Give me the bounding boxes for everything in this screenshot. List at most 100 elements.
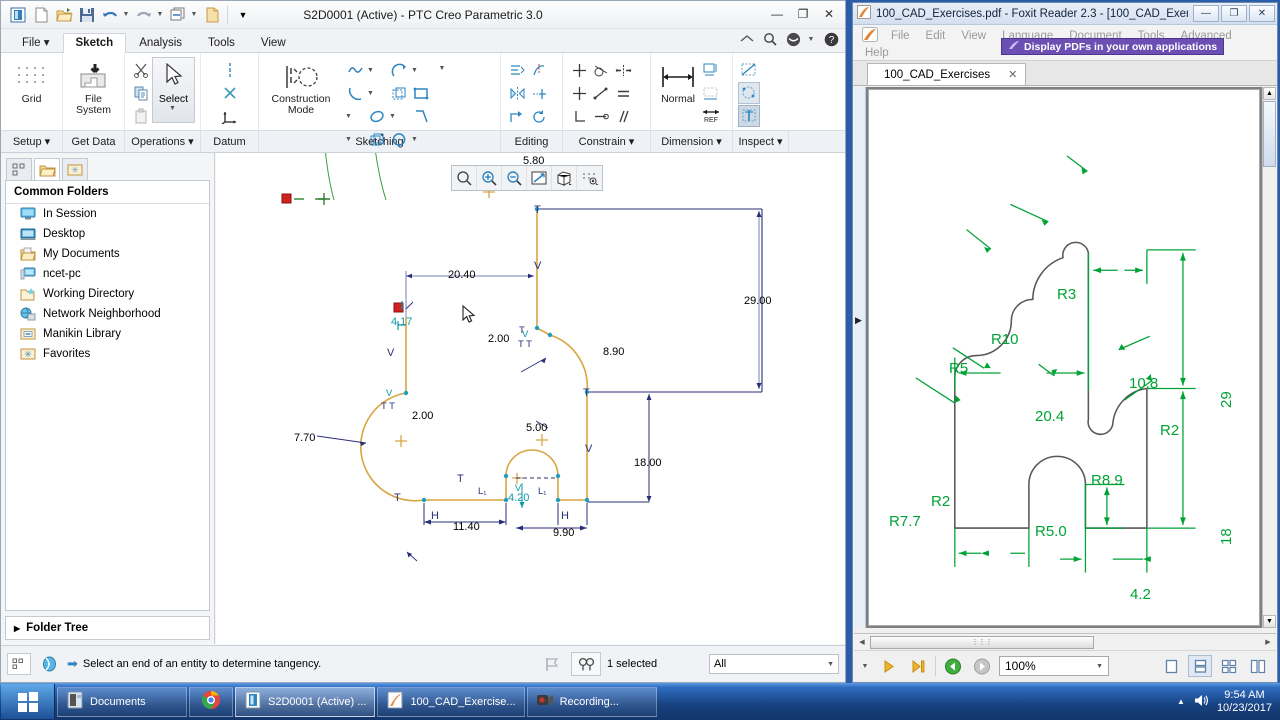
group-label-getdata[interactable]: Get Data	[63, 131, 125, 152]
grid-button[interactable]: Grid	[8, 57, 56, 105]
datum-centerline-icon[interactable]	[219, 59, 241, 81]
tab-sketch[interactable]: Sketch	[62, 33, 127, 53]
reference-dimension-icon[interactable]: REF	[700, 105, 722, 127]
display-style-icon[interactable]	[552, 166, 577, 190]
redo-icon[interactable]	[133, 4, 155, 26]
horizontal-scroll-thumb[interactable]: ⋮⋮⋮	[870, 635, 1094, 649]
zoom-out-icon[interactable]	[502, 166, 527, 190]
vertical-constraint-icon[interactable]	[568, 59, 590, 81]
navigator-tab-model-tree[interactable]	[6, 158, 32, 180]
tab-file[interactable]: File ▾	[9, 31, 63, 53]
foxit-menu-edit[interactable]: Edit	[918, 28, 954, 44]
coincident-constraint-icon[interactable]	[590, 105, 612, 127]
corner-icon[interactable]	[506, 105, 528, 127]
regenerate-dropdown-icon[interactable]: ▼	[190, 4, 200, 26]
horizontal-constraint-icon[interactable]	[568, 82, 590, 104]
perpendicular-constraint-icon[interactable]	[568, 105, 590, 127]
tab-analysis[interactable]: Analysis	[126, 33, 195, 53]
group-label-inspect[interactable]: Inspect ▾	[733, 131, 789, 152]
taskbar-item-foxit[interactable]: 100_CAD_Exercise...	[377, 686, 525, 717]
scroll-down-icon[interactable]: ▼	[1263, 615, 1276, 628]
foxit-restore-button[interactable]: ❐	[1221, 5, 1247, 22]
taskbar-item-chrome[interactable]	[189, 686, 233, 717]
qat-more-icon[interactable]: ▼	[232, 4, 254, 26]
foxit-menu-help[interactable]: Help	[857, 45, 897, 61]
foxit-close-button[interactable]: ✕	[1249, 5, 1275, 22]
spline-dropdown-icon[interactable]: ▼	[366, 59, 377, 81]
fillet-dropdown-icon[interactable]: ▼	[366, 82, 377, 104]
zoom-dropdown-icon[interactable]: ▼	[1096, 663, 1103, 670]
folder-item-favorites[interactable]: ✳ Favorites	[6, 344, 209, 364]
symmetric-constraint-icon[interactable]	[612, 59, 634, 81]
navigator-tab-folder-browser[interactable]	[34, 158, 60, 180]
chamfer-dropdown-icon[interactable]: ▼	[344, 128, 355, 150]
foxit-panel-expand-icon[interactable]: ▶	[855, 315, 862, 326]
spline-icon[interactable]	[344, 59, 366, 81]
help-icon[interactable]: ?	[823, 31, 839, 47]
foxit-promo-banner[interactable]: Display PDFs in your own applications	[1001, 38, 1225, 55]
regenerate-icon[interactable]	[167, 4, 189, 26]
search-selection-icon[interactable]	[571, 652, 601, 676]
foxit-tab-close-icon[interactable]: ✕	[1008, 68, 1017, 81]
tab-view[interactable]: View	[248, 33, 299, 53]
select-button[interactable]: Select ▼	[152, 57, 195, 123]
rectangle-icon[interactable]	[410, 82, 432, 104]
ellipse-icon[interactable]	[366, 105, 388, 127]
open-file-icon[interactable]	[53, 4, 75, 26]
start-button[interactable]	[1, 684, 55, 719]
app-icon[interactable]	[7, 4, 29, 26]
foxit-horizontal-scrollbar[interactable]: ◀ ⋮⋮⋮ ▶	[854, 633, 1276, 650]
group-label-editing[interactable]: Editing	[501, 131, 563, 152]
show-hidden-icons-button[interactable]: ▲	[1177, 697, 1185, 706]
paste-icon[interactable]	[130, 105, 152, 127]
vertical-scroll-thumb[interactable]	[1263, 101, 1276, 167]
continuous-facing-icon[interactable]	[1246, 655, 1270, 677]
copy-icon[interactable]	[130, 82, 152, 104]
facing-icon[interactable]	[1217, 655, 1241, 677]
creo-restore-button[interactable]: ❐	[791, 4, 815, 24]
scroll-right-icon[interactable]: ▶	[1260, 638, 1276, 646]
account-dropdown-icon[interactable]: ▼	[808, 31, 816, 47]
group-label-operations[interactable]: Operations ▾	[125, 131, 201, 152]
creo-close-button[interactable]: ✕	[817, 4, 841, 24]
close-window-icon[interactable]	[201, 4, 223, 26]
group-label-setup[interactable]: Setup ▾	[1, 131, 63, 152]
taskbar-item-documents[interactable]: Documents	[57, 686, 187, 717]
group-label-dimension[interactable]: Dimension ▾	[651, 131, 733, 152]
sketching-overflow-icon[interactable]: ▼	[432, 57, 454, 79]
folder-item-desktop[interactable]: Desktop	[6, 224, 209, 244]
trim-icon[interactable]	[528, 82, 550, 104]
page-nav-dropdown-icon[interactable]: ▼	[860, 655, 872, 677]
arc-icon[interactable]	[388, 59, 410, 81]
arc-dropdown-icon[interactable]: ▼	[410, 59, 421, 81]
folder-item-manikin-library[interactable]: Manikin Library	[6, 324, 209, 344]
forward-grey-icon[interactable]	[970, 655, 994, 677]
collapse-ribbon-icon[interactable]	[739, 31, 755, 47]
scroll-left-icon[interactable]: ◀	[854, 638, 870, 646]
zoom-area-icon[interactable]	[452, 166, 477, 190]
rectangle-dropdown-icon[interactable]: ▼	[344, 105, 355, 127]
ellipse-dropdown-icon[interactable]: ▼	[388, 105, 399, 127]
midpoint-constraint-icon[interactable]	[590, 82, 612, 104]
zoom-level-combo[interactable]: 100% ▼	[999, 656, 1109, 676]
construction-mode-button[interactable]: Construction Mode	[264, 57, 338, 116]
perimeter-dimension-icon[interactable]	[700, 82, 722, 104]
offset-icon[interactable]	[388, 82, 410, 104]
equal-constraint-icon[interactable]	[612, 82, 634, 104]
back-green-icon[interactable]	[941, 655, 965, 677]
overlapping-geometry-icon[interactable]	[738, 59, 760, 81]
save-icon[interactable]	[76, 4, 98, 26]
model-status-icon[interactable]	[37, 653, 61, 675]
taskbar-item-recording[interactable]: Recording...	[526, 686, 657, 717]
folder-item-my-documents[interactable]: My Documents	[6, 244, 209, 264]
tab-tools[interactable]: Tools	[195, 33, 248, 53]
circle-dropdown-icon[interactable]: ▼	[410, 128, 421, 150]
foxit-pdf-page[interactable]: R3 R10 R5 10.8 20.4 R2 29 R8.9 R2 R7.7 R…	[868, 89, 1260, 626]
single-page-icon[interactable]	[1159, 655, 1183, 677]
selection-filter-combo[interactable]: All ▼	[709, 654, 839, 674]
shade-closed-loops-icon[interactable]	[738, 105, 760, 127]
foxit-vertical-scrollbar[interactable]: ▲ ▼	[1262, 87, 1276, 628]
volume-icon[interactable]	[1193, 693, 1209, 711]
foxit-side-panel[interactable]: ▶	[854, 87, 866, 628]
search-icon[interactable]	[762, 31, 778, 47]
